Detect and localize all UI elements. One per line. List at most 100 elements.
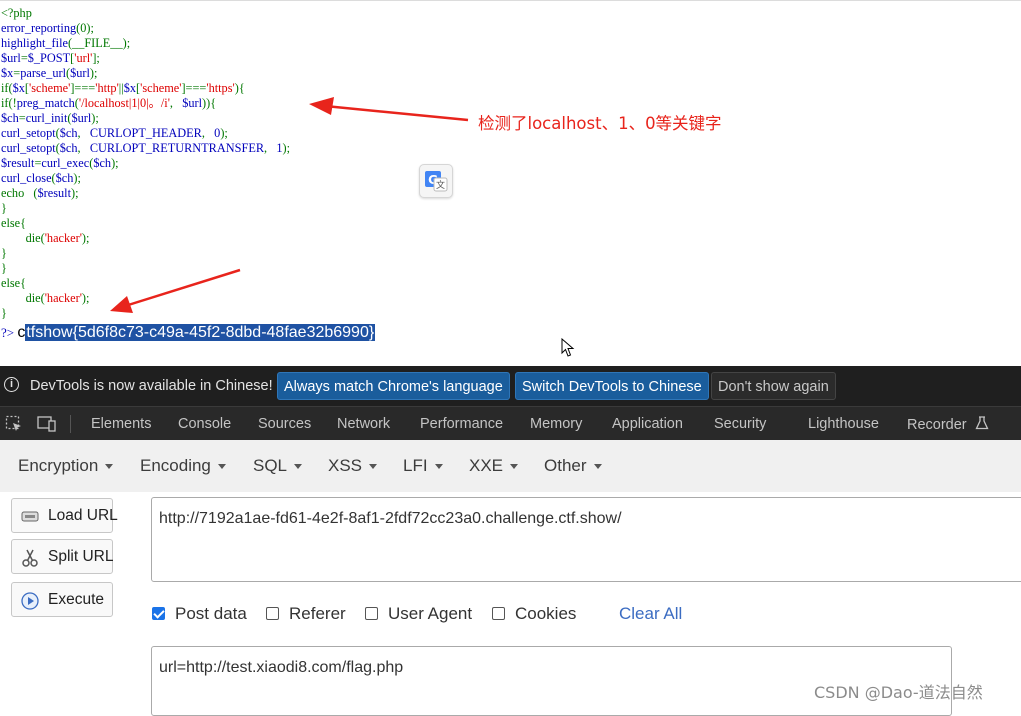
code-token: 'https': [206, 81, 235, 95]
execute-button[interactable]: Execute: [11, 582, 113, 617]
hackbar-panel: Encryption Encoding SQL XSS LFI XXE Othe…: [0, 440, 1021, 716]
code-token: 'http': [95, 81, 119, 95]
code-token: 'scheme': [29, 81, 71, 95]
chevron-down-icon: [510, 464, 519, 470]
flask-icon: [975, 416, 989, 430]
cookies-checkbox[interactable]: [492, 607, 505, 620]
post-data-option[interactable]: Post data: [152, 604, 247, 624]
switch-devtools-chinese-button[interactable]: Switch DevTools to Chinese: [515, 372, 709, 400]
code-token: <?php: [1, 6, 32, 20]
menu-encryption[interactable]: Encryption: [18, 456, 114, 476]
tab-console[interactable]: Console: [178, 416, 231, 432]
code-token: =: [20, 51, 28, 65]
code-line: }: [1, 201, 290, 216]
tab-memory[interactable]: Memory: [530, 416, 582, 432]
always-match-language-button[interactable]: Always match Chrome's language: [277, 372, 510, 400]
mouse-cursor-icon: [561, 338, 575, 357]
code-token: $url: [1, 51, 21, 65]
inspect-element-icon[interactable]: [5, 415, 23, 433]
tab-elements[interactable]: Elements: [91, 416, 151, 432]
menu-other-label: Other: [544, 456, 587, 475]
code-token: =: [18, 111, 26, 125]
menu-encryption-label: Encryption: [18, 456, 99, 475]
split-url-button[interactable]: Split URL: [11, 539, 113, 574]
scissors-icon: [22, 549, 38, 567]
code-token: die(: [1, 291, 45, 305]
code-token: );: [111, 156, 119, 170]
code-line: curl_setopt($ch, CURLOPT_RETURNTRANSFER,…: [1, 141, 290, 156]
tab-security[interactable]: Security: [714, 416, 766, 432]
code-token: 'hacker': [44, 291, 82, 305]
referer-option[interactable]: Referer: [266, 604, 346, 624]
referer-checkbox[interactable]: [266, 607, 279, 620]
clear-all-link[interactable]: Clear All: [619, 604, 682, 624]
cookies-option[interactable]: Cookies: [492, 604, 576, 624]
code-token: $url: [182, 96, 203, 110]
code-token: if(: [1, 81, 13, 95]
code-token: $ch: [93, 156, 112, 170]
menu-xss[interactable]: XSS: [328, 456, 378, 476]
chevron-down-icon: [593, 464, 602, 470]
post-data-label: Post data: [175, 604, 247, 623]
code-token: }: [1, 261, 7, 275]
code-token: }: [1, 246, 7, 260]
code-token: '/localhost|1|0|。/i': [78, 96, 170, 110]
code-line: $ch=curl_init($url);: [1, 111, 290, 126]
tab-network[interactable]: Network: [337, 416, 390, 432]
code-token: error_reporting: [1, 21, 77, 35]
user-agent-label: User Agent: [388, 604, 473, 623]
info-icon: i: [4, 377, 19, 392]
devtools-tab-bar: Elements Console Sources Network Perform…: [0, 406, 1021, 441]
menu-encoding[interactable]: Encoding: [140, 456, 226, 476]
code-token: preg_match: [16, 96, 75, 110]
code-token: 'hacker': [44, 231, 82, 245]
load-url-button[interactable]: Load URL: [11, 498, 118, 533]
user-agent-option[interactable]: User Agent: [365, 604, 472, 624]
code-token: );: [220, 126, 228, 140]
code-token: $ch: [1, 111, 19, 125]
menu-lfi[interactable]: LFI: [403, 456, 443, 476]
code-token: );: [81, 291, 90, 305]
code-token: $url: [71, 111, 92, 125]
code-token: die(: [1, 231, 45, 245]
tab-application[interactable]: Application: [612, 416, 683, 432]
menu-other[interactable]: Other: [544, 456, 602, 476]
php-close-tag: ?>: [1, 325, 18, 340]
tab-performance[interactable]: Performance: [420, 416, 503, 432]
page-content: <?php error_reporting(0); highlight_file(_…: [0, 0, 1021, 367]
code-token: );: [81, 231, 90, 245]
menu-sql-label: SQL: [253, 456, 288, 475]
code-token: $result: [37, 186, 71, 200]
post-data-checkbox[interactable]: [152, 607, 165, 620]
code-line: $result=curl_exec($ch);: [1, 156, 290, 171]
code-line: }: [1, 246, 290, 261]
code-token: (__FILE__);: [67, 36, 131, 50]
menu-xxe[interactable]: XXE: [469, 456, 519, 476]
url-input[interactable]: http://7192a1ae-fd61-4e2f-8af1-2fdf72cc2…: [151, 497, 1021, 582]
menu-sql[interactable]: SQL: [253, 456, 303, 476]
device-toolbar-icon[interactable]: [37, 415, 57, 433]
code-line: die('hacker');: [1, 231, 290, 246]
code-token: highlight_file: [1, 36, 68, 50]
flag-output-selected: tfshow{5d6f8c73-c49a-45f2-8dbd-48fae32b6…: [25, 324, 376, 341]
code-token: ,: [77, 141, 90, 155]
google-translate-icon[interactable]: G 文: [419, 164, 453, 198]
dont-show-again-button[interactable]: Don't show again: [711, 372, 836, 400]
code-token: ]===: [181, 81, 207, 95]
tab-recorder[interactable]: Recorder: [907, 416, 989, 433]
code-token: ];: [92, 51, 100, 65]
csdn-watermark: CSDN @Dao-道法自然: [814, 683, 983, 702]
code-line: $url=$_POST['url'];: [1, 51, 290, 66]
user-agent-checkbox[interactable]: [365, 607, 378, 620]
tab-lighthouse[interactable]: Lighthouse: [808, 416, 879, 432]
code-line: $x=parse_url($url);: [1, 66, 290, 81]
tab-sources[interactable]: Sources: [258, 416, 311, 432]
menu-xss-label: XSS: [328, 456, 363, 475]
code-line: curl_close($ch);: [1, 171, 290, 186]
code-token: $url: [70, 66, 90, 80]
code-token: );: [89, 66, 98, 80]
code-token: curl_setopt: [1, 141, 56, 155]
code-token: );: [73, 171, 81, 185]
code-token: }: [1, 201, 7, 215]
chevron-down-icon: [105, 464, 114, 470]
